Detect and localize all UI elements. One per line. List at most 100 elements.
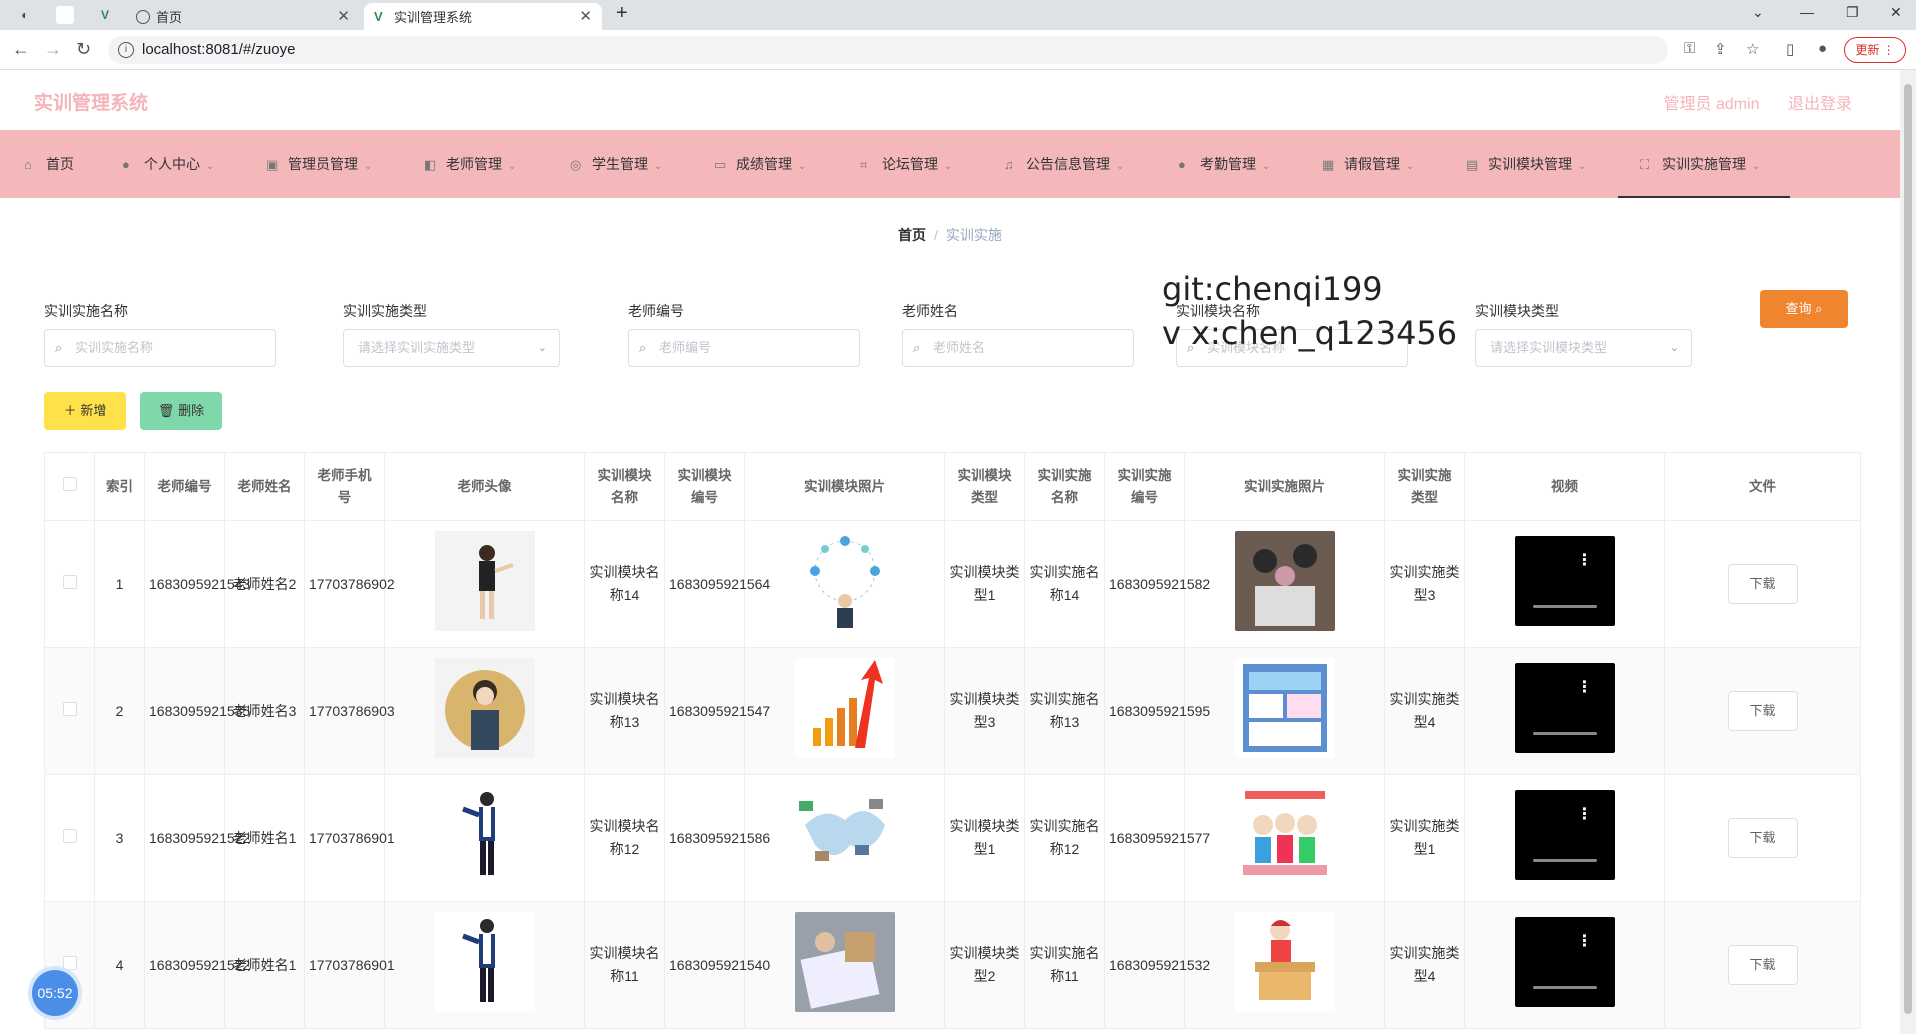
browser-tab-home[interactable]: 首页 ✕ xyxy=(126,3,360,30)
row-checkbox[interactable] xyxy=(62,701,77,716)
video-player[interactable]: ⋮ xyxy=(1514,916,1615,1007)
module-photo-image[interactable] xyxy=(794,911,895,1012)
menu-item-leave[interactable]: ▦ 请假管理 ⌄ xyxy=(1322,130,1414,198)
teacher-no-input[interactable]: ⌕ 老师编号 xyxy=(628,329,860,367)
scrollbar-thumb[interactable] xyxy=(1904,84,1912,1014)
profile-icon[interactable]: ● xyxy=(1818,40,1827,57)
menu-item-forum[interactable]: ⌗ 论坛管理 ⌄ xyxy=(860,130,952,198)
teacher-avatar-image[interactable] xyxy=(434,657,535,758)
close-window-icon[interactable]: ✕ xyxy=(1890,4,1902,21)
download-button[interactable]: 下载 xyxy=(1727,564,1798,604)
app-header: 实训管理系统 管理员 admin 退出登录 xyxy=(0,70,1900,130)
menu-item-module[interactable]: ▤ 实训模块管理 ⌄ xyxy=(1466,130,1586,198)
select-all-header[interactable] xyxy=(44,452,95,521)
site-info-icon[interactable]: i xyxy=(118,42,134,58)
admin-icon: ▣ xyxy=(266,157,279,172)
download-button[interactable]: 下载 xyxy=(1727,691,1798,731)
module-photo-image[interactable] xyxy=(794,657,895,758)
module-photo-image[interactable] xyxy=(794,784,895,885)
share-icon[interactable]: ⇪ xyxy=(1714,40,1727,58)
recording-timer-badge[interactable]: 05:52 xyxy=(32,970,78,1016)
key-icon[interactable]: ⚿ xyxy=(1684,40,1695,57)
cell-impl-no: 1683095921582 xyxy=(1104,520,1210,648)
column-header: 实训实施编号 xyxy=(1104,452,1185,521)
more-options-icon[interactable]: ⋮ xyxy=(1577,933,1593,949)
chevron-down-icon: ⌄ xyxy=(537,342,547,354)
download-button[interactable]: 下载 xyxy=(1727,818,1798,858)
cell-teacher-name: 老师姓名3 xyxy=(224,647,305,775)
more-options-icon[interactable]: ⋮ xyxy=(1577,552,1593,568)
query-button[interactable]: 查询 ⌕ xyxy=(1760,290,1848,328)
chevron-down-icon: ⌄ xyxy=(364,161,373,172)
breadcrumb-home[interactable]: 首页 xyxy=(898,227,926,243)
bookmark-star-icon[interactable]: ☆ xyxy=(1746,40,1759,58)
impl-photo-image[interactable] xyxy=(1234,657,1335,758)
impl-photo-image[interactable] xyxy=(1234,784,1335,885)
teacher-avatar-image[interactable] xyxy=(434,911,535,1012)
module-photo-image[interactable] xyxy=(794,530,895,631)
menu-item-admin[interactable]: ▣ 管理员管理 ⌄ xyxy=(266,130,372,198)
minimize-icon[interactable]: — xyxy=(1800,4,1814,20)
teacher-avatar-image[interactable] xyxy=(434,530,535,631)
forward-icon[interactable]: → xyxy=(44,39,62,60)
restore-icon[interactable]: ❐ xyxy=(1846,4,1859,21)
browser-tab-active[interactable]: V 实训管理系统 ✕ xyxy=(364,3,602,30)
cell-impl-no: 1683095921577 xyxy=(1104,774,1210,902)
module-type-select[interactable]: 请选择实训模块类型 ⌄ xyxy=(1475,329,1692,367)
cell-phone: 17703786902 xyxy=(304,520,395,648)
row-checkbox[interactable] xyxy=(62,828,77,843)
page-scrollbar[interactable] xyxy=(1900,70,1916,1034)
logout-link[interactable]: 退出登录 xyxy=(1788,96,1852,113)
menu-item-notice[interactable]: ♫ 公告信息管理 ⌄ xyxy=(1004,130,1124,198)
select-all-checkbox[interactable] xyxy=(62,476,77,491)
update-button[interactable]: 更新 ⋮ xyxy=(1844,37,1906,63)
video-player[interactable]: ⋮ xyxy=(1514,662,1615,753)
download-button[interactable]: 下载 xyxy=(1727,945,1798,985)
vue-tab-icon[interactable]: V xyxy=(96,6,114,24)
delete-button[interactable]: 🗑 删除 xyxy=(140,392,222,430)
menu-item-teacher[interactable]: ◧ 老师管理 ⌄ xyxy=(424,130,516,198)
menu-item-student[interactable]: ◎ 学生管理 ⌄ xyxy=(570,130,662,198)
chevron-down-icon: ⌄ xyxy=(1669,342,1679,354)
chevron-down-icon: ⌄ xyxy=(1262,161,1271,172)
tab-search-icon[interactable]: ⌄ xyxy=(1752,4,1764,21)
impl-photo-image[interactable] xyxy=(1234,911,1335,1012)
menu-item-home[interactable]: ⌂ 首页 xyxy=(24,130,74,198)
menu-item-attendance[interactable]: ● 考勤管理 ⌄ xyxy=(1178,130,1270,198)
video-player[interactable]: ⋮ xyxy=(1514,535,1615,626)
sidepanel-icon[interactable]: ▯ xyxy=(1786,40,1794,58)
menu-item-score[interactable]: ▭ 成绩管理 ⌄ xyxy=(714,130,806,198)
video-progress-bar[interactable] xyxy=(1532,731,1597,735)
notice-icon: ♫ xyxy=(1004,157,1014,172)
add-button[interactable]: ＋ 新增 xyxy=(44,392,126,430)
close-tab-icon[interactable]: ✕ xyxy=(337,7,350,25)
back-icon[interactable]: ← xyxy=(12,39,30,60)
video-progress-bar[interactable] xyxy=(1532,858,1597,862)
more-options-icon[interactable]: ⋮ xyxy=(1577,806,1593,822)
video-progress-bar[interactable] xyxy=(1532,985,1597,989)
reload-icon[interactable]: ↻ xyxy=(76,39,91,60)
more-options-icon[interactable]: ⋮ xyxy=(1577,679,1593,695)
user-label: 管理员 admin xyxy=(1663,96,1760,113)
impl-name-input[interactable]: ⌕ 实训实施名称 xyxy=(44,329,276,367)
row-checkbox[interactable] xyxy=(62,574,77,589)
row-checkbox[interactable] xyxy=(62,955,77,970)
search-icon: ⌕ xyxy=(55,340,63,355)
cell-teacher-no: 1683095921522 xyxy=(144,901,250,1029)
url-field[interactable]: i localhost:8081/#/zuoye xyxy=(108,36,1668,64)
blank-tab-icon[interactable] xyxy=(56,6,74,24)
teacher-name-input[interactable]: ⌕ 老师姓名 xyxy=(902,329,1134,367)
menu-item-implement[interactable]: ⛶ 实训实施管理 ⌄ xyxy=(1618,130,1790,198)
impl-photo-image[interactable] xyxy=(1234,530,1335,631)
new-tab-icon[interactable]: + xyxy=(616,2,628,25)
cell-teacher-name: 老师姓名1 xyxy=(224,901,305,1029)
browser-favicon-icon[interactable]: ◐ xyxy=(16,6,34,24)
video-player[interactable]: ⋮ xyxy=(1514,789,1615,880)
teacher-avatar-image[interactable] xyxy=(434,784,535,885)
video-progress-bar[interactable] xyxy=(1532,604,1597,608)
menu-item-profile[interactable]: ● 个人中心 ⌄ xyxy=(122,130,214,198)
impl-type-select[interactable]: 请选择实训实施类型 ⌄ xyxy=(343,329,560,367)
close-tab-icon[interactable]: ✕ xyxy=(579,7,592,25)
overlay-text-git: git:chenqi199 xyxy=(1162,270,1383,308)
tab-title: 首页 xyxy=(156,10,183,25)
